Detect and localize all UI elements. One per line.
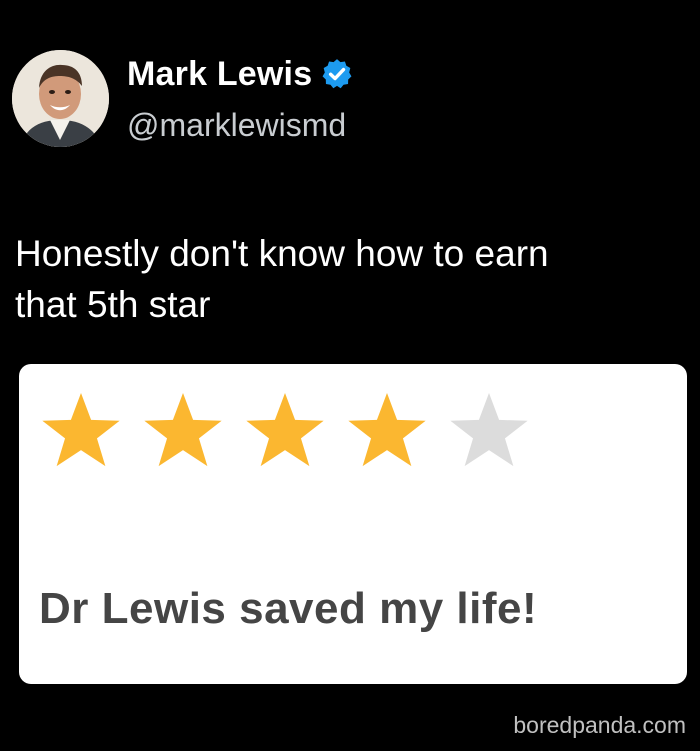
verified-badge-icon: [322, 59, 352, 89]
watermark: boredpanda.com: [513, 712, 686, 738]
review-text: Dr Lewis saved my life!: [39, 584, 538, 633]
avatar-image: [12, 50, 109, 147]
tweet-text-line-2: that 5th star: [15, 284, 211, 325]
star-icon-2: [144, 393, 222, 467]
star-icon-3: [246, 393, 324, 467]
tweet-text: Honestly don't know how to earn that 5th …: [15, 228, 685, 330]
star-icon-4: [348, 393, 426, 467]
review-card: Dr Lewis saved my life!: [19, 364, 687, 684]
tweet-header: Mark Lewis @marklewismd: [12, 49, 688, 149]
author-handle[interactable]: @marklewismd: [127, 107, 346, 144]
star-icon-5: [450, 393, 528, 467]
author-name[interactable]: Mark Lewis: [127, 55, 312, 94]
author-avatar[interactable]: [12, 50, 109, 147]
author-name-row: Mark Lewis: [127, 53, 354, 95]
star-icon-1: [42, 393, 120, 467]
tweet-text-line-1: Honestly don't know how to earn: [15, 233, 549, 274]
star-rating: [39, 388, 549, 472]
